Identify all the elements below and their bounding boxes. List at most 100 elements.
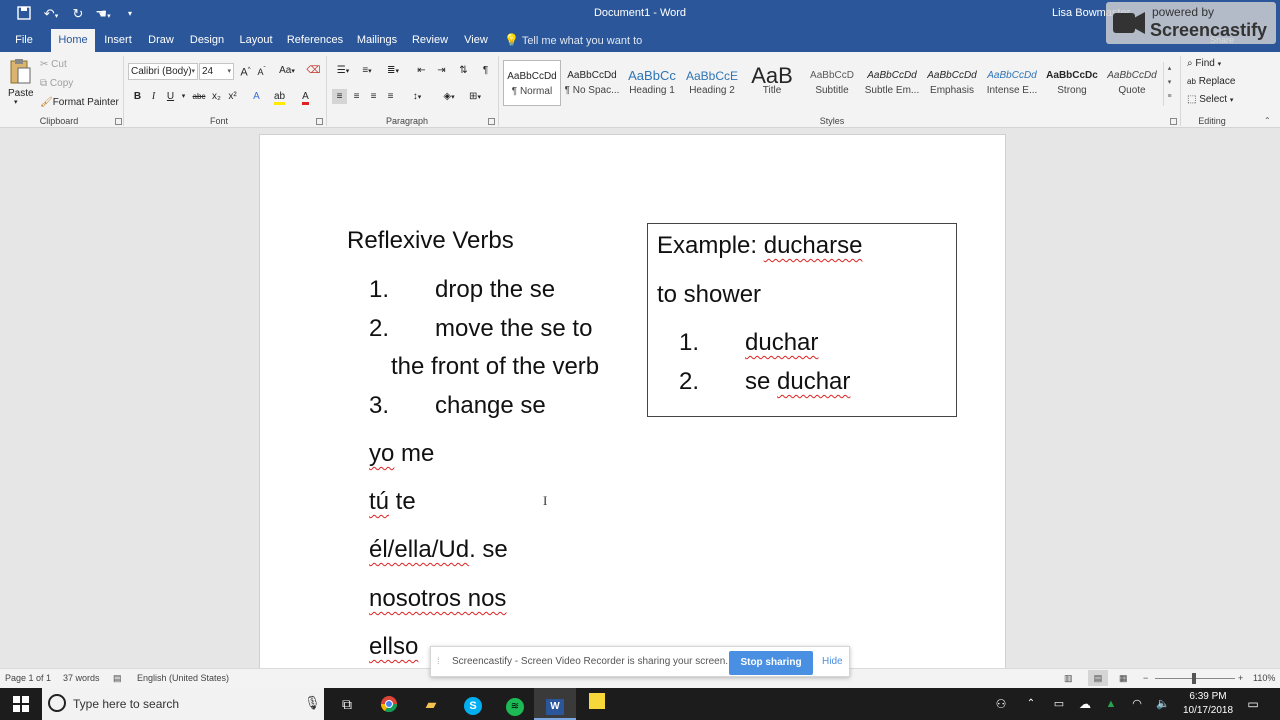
battery-icon[interactable]: ▭ bbox=[1046, 688, 1072, 720]
wifi-icon[interactable]: ◠ bbox=[1124, 688, 1150, 720]
decrease-indent-icon[interactable]: ⇤ bbox=[414, 63, 429, 78]
tab-file[interactable]: File bbox=[8, 29, 40, 52]
volume-icon[interactable]: 🔈 bbox=[1150, 688, 1176, 720]
paragraph-launcher-icon[interactable] bbox=[488, 118, 495, 125]
language[interactable]: English (United States) bbox=[137, 673, 229, 683]
onedrive-icon[interactable]: ☁ bbox=[1072, 688, 1098, 720]
drag-handle-icon[interactable]: ⁞ bbox=[437, 656, 440, 666]
text-effects-icon[interactable]: A bbox=[249, 89, 264, 104]
tab-mailings[interactable]: Mailings bbox=[352, 29, 402, 52]
style-strong[interactable]: AaBbCcDc Strong bbox=[1043, 60, 1101, 106]
show-marks-icon[interactable]: ¶ bbox=[478, 63, 493, 78]
misspelled-word[interactable]: ducharse bbox=[764, 232, 863, 259]
misspelled-word[interactable]: ellso bbox=[369, 633, 418, 660]
subscript-button[interactable]: x₂ bbox=[209, 89, 224, 104]
stop-sharing-button[interactable]: Stop sharing bbox=[729, 651, 813, 675]
superscript-button[interactable]: x² bbox=[225, 89, 240, 104]
clipboard-launcher-icon[interactable] bbox=[115, 118, 122, 125]
find-button[interactable]: ⌕ Find ▾ bbox=[1187, 58, 1221, 69]
paste-dropdown-icon[interactable]: ▾ bbox=[14, 98, 18, 106]
paste-button[interactable]: Paste bbox=[8, 88, 34, 99]
strikethrough-button[interactable]: abc bbox=[190, 89, 208, 104]
clock[interactable]: 6:39 PM 10/17/2018 bbox=[1180, 690, 1236, 718]
select-button[interactable]: ⬚ Select ▾ bbox=[1187, 94, 1233, 105]
increase-indent-icon[interactable]: ⇥ bbox=[434, 63, 449, 78]
style-intense-e[interactable]: AaBbCcDd Intense E... bbox=[983, 60, 1041, 106]
style-heading-2[interactable]: AaBbCcE Heading 2 bbox=[683, 60, 741, 106]
page-count[interactable]: Page 1 of 1 bbox=[5, 673, 51, 683]
misspelled-word[interactable]: duchar bbox=[777, 368, 850, 395]
copy-button[interactable]: ⧉ Copy bbox=[40, 78, 73, 89]
sort-icon[interactable]: ⇅ bbox=[456, 63, 471, 78]
file-explorer-icon[interactable]: ▰ bbox=[410, 688, 452, 720]
word-taskbar-icon[interactable]: W bbox=[534, 688, 576, 720]
style-subtle-em[interactable]: AaBbCcDd Subtle Em... bbox=[863, 60, 921, 106]
style-no-spac[interactable]: AaBbCcDd ¶ No Spac... bbox=[563, 60, 621, 106]
notifications-icon[interactable]: ▭ bbox=[1238, 688, 1268, 720]
style-subtitle[interactable]: AaBbCcD Subtitle bbox=[803, 60, 861, 106]
zoom-level[interactable]: 110% bbox=[1253, 673, 1275, 683]
print-layout-icon[interactable]: ▤ bbox=[1088, 670, 1108, 686]
italic-button[interactable]: I bbox=[146, 89, 161, 104]
cut-button[interactable]: ✂ Cut bbox=[40, 59, 67, 70]
paste-icon[interactable] bbox=[8, 58, 32, 88]
tab-review[interactable]: Review bbox=[408, 29, 452, 52]
clear-formatting-icon[interactable]: ⌫ bbox=[306, 63, 321, 78]
chrome-icon[interactable] bbox=[368, 688, 410, 720]
windows-start-icon[interactable] bbox=[0, 688, 42, 720]
style-emphasis[interactable]: AaBbCcDd Emphasis bbox=[923, 60, 981, 106]
style-heading-1[interactable]: AaBbCc Heading 1 bbox=[623, 60, 681, 106]
zoom-in-icon[interactable]: + bbox=[1238, 673, 1243, 683]
tab-references[interactable]: References bbox=[284, 29, 346, 52]
tab-layout[interactable]: Layout bbox=[236, 29, 276, 52]
style-quote[interactable]: AaBbCcDd Quote bbox=[1103, 60, 1161, 106]
zoom-out-icon[interactable]: − bbox=[1143, 673, 1148, 683]
font-size-dropdown[interactable]: 24 ▾ bbox=[199, 63, 234, 80]
sticky-notes-icon[interactable] bbox=[576, 688, 618, 720]
align-left-icon[interactable]: ≡ bbox=[332, 89, 347, 104]
shading-icon[interactable]: ◈▾ bbox=[438, 89, 460, 104]
font-launcher-icon[interactable] bbox=[316, 118, 323, 125]
borders-icon[interactable]: ⊞▾ bbox=[464, 89, 486, 104]
underline-dropdown-icon[interactable]: ▾ bbox=[176, 89, 191, 104]
tab-insert[interactable]: Insert bbox=[100, 29, 136, 52]
font-name-dropdown[interactable]: Calibri (Body) ▾ bbox=[128, 63, 198, 80]
highlight-icon[interactable]: ab bbox=[272, 89, 287, 105]
tell-me-box[interactable]: 💡 Tell me what you want to do bbox=[504, 29, 654, 70]
tab-draw[interactable]: Draw bbox=[144, 29, 178, 52]
shrink-font-button[interactable]: Aˇ bbox=[254, 63, 269, 78]
font-color-button[interactable]: A bbox=[298, 89, 313, 105]
styles-scroll[interactable]: ▴ ▾ ≡ bbox=[1163, 62, 1175, 106]
misspelled-word[interactable]: nosotros nos bbox=[369, 585, 506, 612]
bullets-icon[interactable]: ☰▾ bbox=[332, 63, 354, 78]
collapse-ribbon-icon[interactable]: ⌃ bbox=[1264, 116, 1271, 125]
align-center-icon[interactable]: ≡ bbox=[349, 89, 364, 104]
numbering-icon[interactable]: ≡▾ bbox=[356, 63, 378, 78]
replace-button[interactable]: ab Replace bbox=[1187, 76, 1235, 87]
bold-button[interactable]: B bbox=[130, 89, 145, 104]
align-right-icon[interactable]: ≡ bbox=[366, 89, 381, 104]
hide-button[interactable]: Hide bbox=[822, 656, 843, 667]
taskbar-search-box[interactable]: Type here to search 🎙 bbox=[42, 688, 324, 720]
misspelled-word[interactable]: él/ella/Ud bbox=[369, 536, 469, 563]
proofing-icon[interactable]: ▤ bbox=[113, 673, 122, 684]
grow-font-button[interactable]: A^ bbox=[238, 63, 253, 79]
justify-icon[interactable]: ≡ bbox=[383, 89, 398, 104]
misspelled-word[interactable]: yo bbox=[369, 440, 394, 467]
zoom-slider-thumb[interactable] bbox=[1192, 673, 1196, 684]
microphone-icon[interactable]: 🎙 bbox=[304, 695, 321, 711]
line-spacing-icon[interactable]: ↕▾ bbox=[406, 89, 428, 104]
task-view-icon[interactable]: ⧉ bbox=[326, 688, 368, 720]
people-icon[interactable]: ⚇ bbox=[980, 688, 1022, 720]
skype-icon[interactable]: S bbox=[452, 688, 494, 720]
misspelled-word[interactable]: tú bbox=[369, 488, 389, 515]
tab-home[interactable]: Home bbox=[51, 29, 95, 52]
word-count[interactable]: 37 words bbox=[63, 673, 100, 683]
format-painter-button[interactable]: 🖌Format Painter bbox=[40, 97, 119, 108]
drive-icon[interactable]: ▲ bbox=[1098, 688, 1124, 720]
style-normal[interactable]: AaBbCcDd ¶ Normal bbox=[503, 60, 561, 106]
misspelled-word[interactable]: duchar bbox=[745, 329, 818, 356]
tab-view[interactable]: View bbox=[460, 29, 492, 52]
web-layout-icon[interactable]: ▦ bbox=[1119, 673, 1128, 684]
read-mode-icon[interactable]: ▥ bbox=[1064, 673, 1073, 684]
